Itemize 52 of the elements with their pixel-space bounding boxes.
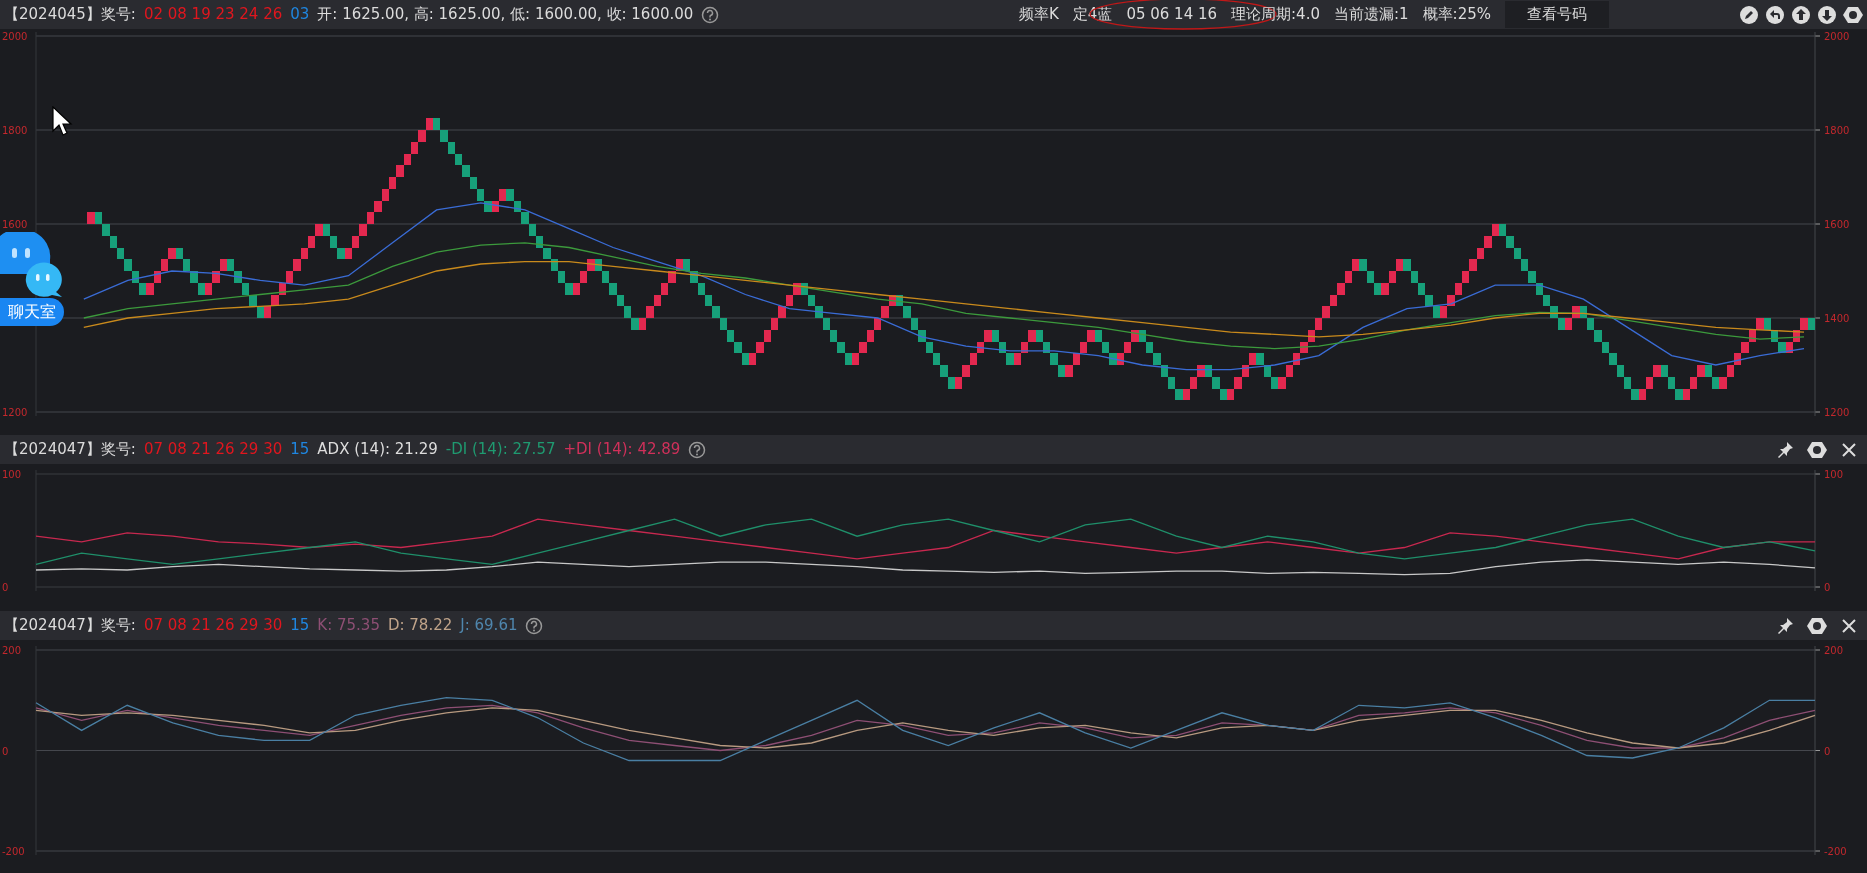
info-text: 概率:25% xyxy=(1422,4,1491,26)
prize-label: 奖号: xyxy=(100,615,136,637)
info-text: 当前遗漏:1 xyxy=(1334,4,1409,26)
settings-icon[interactable] xyxy=(1807,615,1827,636)
axis-label: 0 xyxy=(2,745,9,757)
axis-label: 200 xyxy=(2,645,22,656)
bonus-number: 15 xyxy=(290,439,310,461)
indicator-value: -DI (14): 27.57 xyxy=(445,439,556,461)
indicator-value: J: 69.61 xyxy=(460,615,518,637)
indicator-value: ADX (14): 21.29 xyxy=(317,439,438,461)
axis-label: 1600 xyxy=(1824,219,1850,230)
cursor-icon xyxy=(52,106,74,138)
axis-label: 0 xyxy=(1824,745,1831,757)
axis-label: -200 xyxy=(2,846,25,857)
info-text: 频率K xyxy=(1019,4,1059,26)
edit-icon[interactable] xyxy=(1739,4,1759,25)
prize-label: 奖号: xyxy=(100,4,136,26)
settings-icon[interactable] xyxy=(1807,439,1827,460)
axis-label: 200 xyxy=(1824,645,1844,656)
axis-label: -200 xyxy=(1824,846,1847,857)
axis-label: 1200 xyxy=(1824,407,1850,418)
axis-label: 100 xyxy=(2,469,22,480)
winning-numbers: 07 08 21 26 29 30 xyxy=(143,439,283,461)
axis-label: 100 xyxy=(1824,469,1844,480)
indicator-value: K: 75.35 xyxy=(317,615,380,637)
draw-number: 【2024047】 xyxy=(4,439,101,461)
indicator-value: +DI (14): 42.89 xyxy=(563,439,681,461)
view-numbers-button[interactable]: 查看号码 xyxy=(1505,1,1609,28)
axis-label: 1600 xyxy=(2,219,28,230)
draw-number: 【2024045】 xyxy=(4,4,101,26)
prize-label: 奖号: xyxy=(100,439,136,461)
bonus-number: 15 xyxy=(290,615,310,637)
indicator-value: D: 78.22 xyxy=(387,615,453,637)
help-icon xyxy=(701,5,720,24)
info-text: 05 06 14 16 xyxy=(1126,3,1218,26)
axis-label: 2000 xyxy=(1824,31,1850,42)
axis-label: 1800 xyxy=(1824,125,1850,136)
chat-room-button[interactable]: 聊天室 xyxy=(0,298,64,326)
axis-label: 0 xyxy=(1824,582,1831,593)
bonus-number: 03 xyxy=(290,4,310,26)
axis-label: 1400 xyxy=(1824,313,1850,324)
winning-numbers: 07 08 21 26 29 30 xyxy=(143,615,283,637)
winning-numbers: 02 08 19 23 24 26 xyxy=(143,4,283,26)
axis-label: 1800 xyxy=(2,125,28,136)
axis-label: 1200 xyxy=(2,407,28,418)
help-icon xyxy=(525,616,544,635)
axis-label: 2000 xyxy=(2,31,28,42)
draw-number: 【2024047】 xyxy=(4,615,101,637)
help-icon xyxy=(688,440,707,459)
axis-label: 0 xyxy=(2,582,9,593)
settings-icon[interactable] xyxy=(1843,4,1863,25)
price-summary: 开: 1625.00, 高: 1625.00, 低: 1600.00, 收: 1600.00 xyxy=(317,4,694,26)
